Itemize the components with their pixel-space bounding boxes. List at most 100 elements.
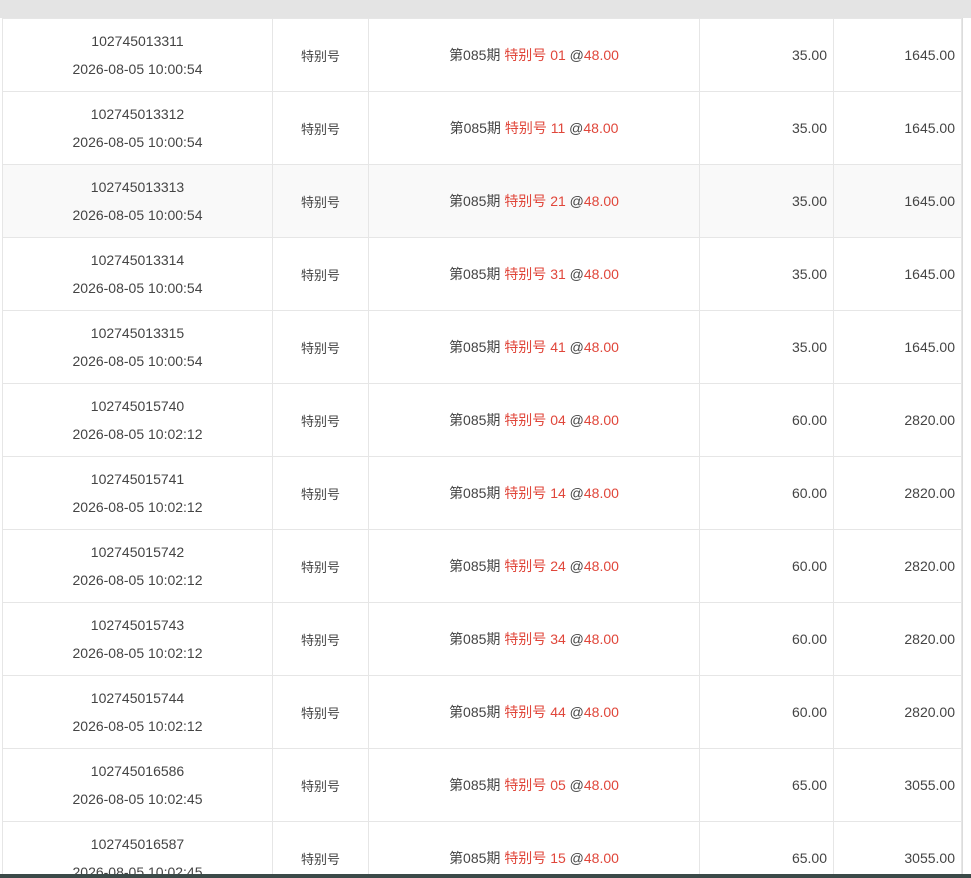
bet-id: 102745013315: [90, 325, 185, 341]
bet-type: 特别号: [272, 383, 369, 457]
table-row: 102745015740 2026-08-05 10:02:12 特别号 第08…: [2, 383, 962, 457]
bet-type: 特别号: [272, 237, 369, 311]
bet-type: 特别号: [272, 18, 369, 92]
bet-odds: 48.00: [583, 193, 619, 209]
bet-amount: 60.00: [699, 383, 834, 457]
bet-amount: 35.00: [699, 237, 834, 311]
table-row: 102745013315 2026-08-05 10:00:54 特别号 第08…: [2, 310, 962, 384]
bet-play: 特别号: [504, 339, 547, 355]
bet-period: 第085期: [449, 631, 501, 647]
bet-period: 第085期: [449, 47, 501, 63]
bet-period: 第085期: [449, 485, 501, 501]
at-sign: @: [569, 193, 584, 209]
bet-content-cell: 第085期 特别号 41 @48.00: [368, 310, 700, 384]
bet-id: 102745013313: [90, 179, 185, 195]
table-row: 102745015741 2026-08-05 10:02:12 特别号 第08…: [2, 456, 962, 530]
at-sign: @: [569, 339, 584, 355]
bet-content-cell: 第085期 特别号 11 @48.00: [368, 91, 700, 165]
bet-period: 第085期: [449, 339, 501, 355]
bet-number: 34: [550, 631, 566, 647]
bet-amount: 60.00: [699, 456, 834, 530]
bet-content-cell: 第085期 特别号 05 @48.00: [368, 748, 700, 822]
bet-time: 2026-08-05 10:00:54: [72, 207, 203, 223]
bet-type: 特别号: [272, 602, 369, 676]
bet-play: 特别号: [504, 47, 547, 63]
bet-id-cell: 102745016587 2026-08-05 10:02:45: [2, 821, 273, 878]
bet-time: 2026-08-05 10:02:12: [72, 499, 203, 515]
bet-id-cell: 102745013315 2026-08-05 10:00:54: [2, 310, 273, 384]
bet-amount: 60.00: [699, 602, 834, 676]
bet-id: 102745016587: [90, 836, 185, 852]
table-header-bar: [0, 0, 971, 18]
bet-odds: 48.00: [583, 850, 619, 866]
bet-type: 特别号: [272, 456, 369, 530]
bet-play: 特别号: [504, 850, 547, 866]
bet-payout: 3055.00: [833, 821, 962, 878]
bet-id: 102745015744: [90, 690, 185, 706]
bet-type: 特别号: [272, 310, 369, 384]
bet-id-cell: 102745015742 2026-08-05 10:02:12: [2, 529, 273, 603]
bet-id: 102745013312: [90, 106, 185, 122]
bet-amount: 60.00: [699, 675, 834, 749]
bet-play: 特别号: [504, 558, 547, 574]
at-sign: @: [569, 120, 584, 136]
bet-id: 102745016586: [90, 763, 185, 779]
bet-period: 第085期: [449, 120, 501, 136]
bet-id: 102745015743: [90, 617, 185, 633]
bet-period: 第085期: [449, 193, 501, 209]
bet-period: 第085期: [449, 777, 501, 793]
bet-id: 102745013314: [90, 252, 185, 268]
bet-content-cell: 第085期 特别号 14 @48.00: [368, 456, 700, 530]
bet-id-cell: 102745015743 2026-08-05 10:02:12: [2, 602, 273, 676]
bet-content-cell: 第085期 特别号 44 @48.00: [368, 675, 700, 749]
bet-odds: 48.00: [583, 266, 619, 282]
bet-content-cell: 第085期 特别号 34 @48.00: [368, 602, 700, 676]
bet-content-cell: 第085期 特别号 31 @48.00: [368, 237, 700, 311]
bet-odds: 48.00: [583, 120, 619, 136]
at-sign: @: [569, 558, 584, 574]
bet-id: 102745015741: [90, 471, 185, 487]
bet-number: 15: [550, 850, 566, 866]
bet-amount: 65.00: [699, 821, 834, 878]
at-sign: @: [569, 47, 584, 63]
bet-number: 04: [550, 412, 566, 428]
bet-play: 特别号: [504, 631, 547, 647]
bet-odds: 48.00: [583, 339, 619, 355]
bet-content-cell: 第085期 特别号 24 @48.00: [368, 529, 700, 603]
bet-number: 01: [550, 47, 566, 63]
bet-odds: 48.00: [583, 558, 619, 574]
window-bottom-edge: [0, 874, 971, 878]
bet-period: 第085期: [449, 850, 501, 866]
table-row: 102745013311 2026-08-05 10:00:54 特别号 第08…: [2, 18, 962, 92]
bet-payout: 3055.00: [833, 748, 962, 822]
at-sign: @: [569, 850, 584, 866]
bet-number: 21: [550, 193, 566, 209]
bet-time: 2026-08-05 10:02:12: [72, 645, 203, 661]
bet-odds: 48.00: [583, 485, 619, 501]
bet-period: 第085期: [449, 558, 501, 574]
table-row: 102745015743 2026-08-05 10:02:12 特别号 第08…: [2, 602, 962, 676]
bet-time: 2026-08-05 10:00:54: [72, 353, 203, 369]
bet-records-view: 102745013311 2026-08-05 10:00:54 特别号 第08…: [0, 0, 971, 878]
bet-number: 11: [550, 120, 566, 136]
bet-type: 特别号: [272, 748, 369, 822]
bet-amount: 60.00: [699, 529, 834, 603]
bet-amount: 35.00: [699, 164, 834, 238]
at-sign: @: [569, 485, 584, 501]
bet-payout: 2820.00: [833, 456, 962, 530]
bet-time: 2026-08-05 10:02:12: [72, 572, 203, 588]
bet-number: 44: [550, 704, 566, 720]
bet-play: 特别号: [504, 412, 547, 428]
bet-period: 第085期: [449, 704, 501, 720]
table-row: 102745016587 2026-08-05 10:02:45 特别号 第08…: [2, 821, 962, 878]
bet-play: 特别号: [504, 193, 547, 209]
bet-number: 14: [550, 485, 566, 501]
bet-content-cell: 第085期 特别号 04 @48.00: [368, 383, 700, 457]
bet-type: 特别号: [272, 164, 369, 238]
bet-id-cell: 102745013314 2026-08-05 10:00:54: [2, 237, 273, 311]
bet-play: 特别号: [504, 266, 547, 282]
bet-payout: 1645.00: [833, 310, 962, 384]
bet-content-cell: 第085期 特别号 01 @48.00: [368, 18, 700, 92]
bet-time: 2026-08-05 10:02:12: [72, 718, 203, 734]
at-sign: @: [569, 266, 584, 282]
